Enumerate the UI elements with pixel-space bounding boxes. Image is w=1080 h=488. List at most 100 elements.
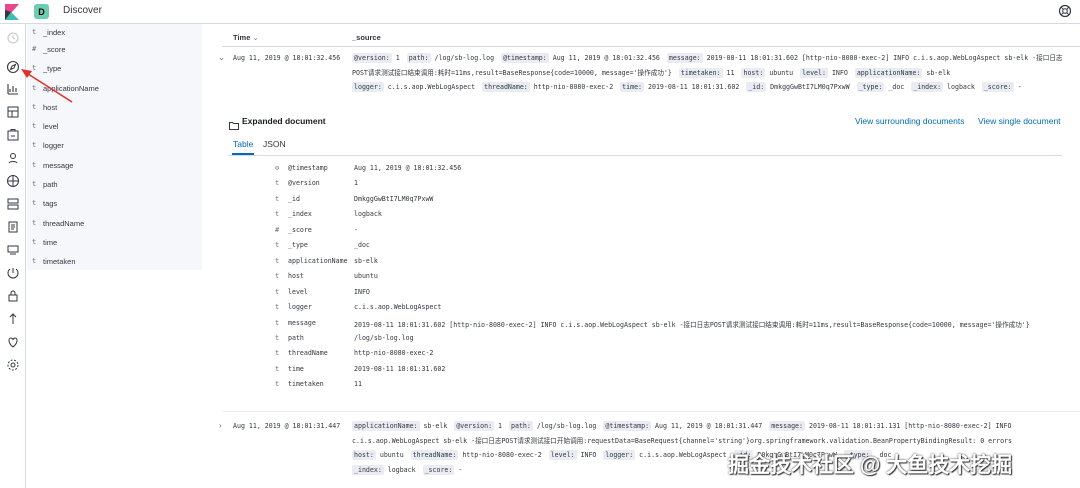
field-item[interactable]: t level (27, 118, 202, 136)
dev-tools-icon[interactable] (6, 312, 20, 326)
tab-table[interactable]: Table (233, 139, 253, 149)
source-key: _id: (746, 82, 767, 93)
recent-icon[interactable] (6, 31, 20, 45)
field-type-icon: t (32, 103, 37, 111)
row-time: Aug 11, 2019 @ 18:01:31.447 (233, 422, 341, 430)
source-value: sb-elk (926, 68, 951, 77)
apm-icon[interactable] (6, 266, 20, 280)
source-value: 2019-08-11 18:01:31.602 (648, 83, 740, 92)
field-item[interactable]: t _index (27, 24, 202, 42)
field-item[interactable]: t host (27, 99, 202, 117)
field-item[interactable]: # _score (27, 41, 202, 59)
field-type-icon: t (275, 365, 280, 373)
ml-icon[interactable] (6, 174, 20, 188)
doc-field-value: ubuntu (354, 272, 378, 280)
chevron-down-icon[interactable]: ⌄ (218, 53, 225, 62)
source-value: c.i.s.aop.WebLogAspect sb-elk -接口日志POST请… (352, 436, 1012, 445)
source-key: @version: (454, 421, 495, 431)
field-item[interactable]: t message (27, 157, 202, 175)
maps-icon[interactable] (6, 151, 20, 165)
doc-field-value: 2019-08-11 18:01:31.602 (354, 365, 446, 373)
field-type-icon: t (275, 334, 280, 342)
source-key: _type: (856, 82, 885, 93)
header-divider (222, 46, 1080, 47)
doc-field-row: t @version 1 (202, 176, 902, 191)
source-key: level: (548, 450, 577, 461)
logs-icon[interactable] (6, 220, 20, 234)
doc-field-row: t level INFO (202, 285, 902, 300)
source-key: path: (509, 421, 533, 431)
source-value: /log/sb-log.log (434, 54, 495, 62)
doc-field-row: ⊙ @timestamp Aug 11, 2019 @ 18:01:32.456 (202, 161, 902, 176)
field-item[interactable]: t time (27, 234, 202, 252)
source-key: @version: (352, 53, 392, 63)
source-value: c.i.s.aop.WebLogAspect (639, 451, 727, 460)
siem-icon[interactable] (6, 289, 20, 303)
field-item[interactable]: t threadName (27, 215, 202, 233)
kibana-logo-icon[interactable] (5, 4, 19, 20)
doc-field-value: INFO (354, 288, 370, 296)
source-value: logback (387, 465, 416, 474)
tab-json[interactable]: JSON (263, 139, 286, 149)
field-type-icon: t (32, 199, 37, 207)
doc-field-key: @version (288, 179, 320, 187)
uptime-icon[interactable] (6, 243, 20, 257)
doc-field-key: _index (288, 210, 312, 218)
source-key: threadName: (482, 82, 530, 93)
field-type-icon: t (32, 122, 37, 130)
source-value: INFO (831, 68, 848, 77)
source-key: _index: (352, 464, 384, 475)
source-value: 2019-08-11 18:01:31.602 [http-nio-8080-e… (706, 54, 1063, 62)
monitoring-icon[interactable] (6, 335, 20, 349)
field-item[interactable]: t _type (27, 60, 202, 78)
doc-field-value: 1 (354, 179, 358, 187)
field-name: time (43, 238, 58, 247)
doc-field-key: applicationName (288, 257, 348, 265)
canvas-icon[interactable] (6, 128, 20, 142)
field-item[interactable]: t logger (27, 137, 202, 155)
field-item[interactable]: t tags (27, 195, 202, 213)
discover-icon[interactable] (6, 60, 20, 74)
sort-icon[interactable]: ⌄ (252, 33, 258, 42)
field-type-icon: t (32, 28, 37, 36)
infrastructure-icon[interactable] (6, 197, 20, 211)
source-value: http-nio-8080-exec-2 (462, 451, 542, 460)
source-value: ubuntu (379, 451, 404, 460)
doc-field-value: Aug 11, 2019 @ 18:01:32.456 (354, 164, 462, 172)
field-type-icon: t (275, 288, 280, 296)
visualize-icon[interactable] (6, 82, 20, 96)
chevron-right-icon[interactable]: › (219, 421, 222, 430)
folder-open-icon (229, 117, 239, 135)
view-single-link[interactable]: View single document (978, 116, 1061, 126)
view-surrounding-link[interactable]: View surrounding documents (855, 116, 964, 126)
field-list-sidebar: t _index # _score t _type t applicationN… (27, 24, 202, 270)
source-value: 11 (726, 68, 735, 77)
doc-field-value: 11 (354, 380, 362, 388)
management-icon[interactable] (6, 358, 20, 372)
field-item[interactable]: t timetaken (27, 253, 202, 271)
doc-field-key: time (288, 365, 304, 373)
field-type-icon: t (32, 219, 37, 227)
help-icon[interactable] (1058, 4, 1072, 18)
field-item[interactable]: t applicationName (27, 80, 202, 98)
doc-field-value: logback (354, 210, 382, 218)
field-type-icon: t (275, 210, 280, 218)
field-name: _type (43, 64, 62, 73)
source-key: logger: (603, 450, 636, 461)
source-value: - (458, 465, 463, 474)
space-avatar[interactable]: D (34, 4, 49, 19)
column-header-time[interactable]: Time ⌄ (233, 33, 259, 42)
source-value: DmkggGwBtI7LM0q7PxwW (770, 83, 850, 92)
doc-field-row: t timetaken 11 (202, 377, 902, 392)
doc-field-row: t threadName http-nio-8080-exec-2 (202, 346, 902, 361)
field-type-icon: t (275, 195, 280, 203)
doc-field-row: t _type _doc (202, 238, 902, 253)
row-source: @version: 1 path: /log/sb-log.log @times… (352, 51, 1067, 95)
source-value: INFO (580, 451, 597, 460)
source-key: host: (352, 450, 376, 461)
column-header-source: _source (352, 33, 381, 42)
doc-field-key: timetaken (288, 380, 324, 388)
dashboard-icon[interactable] (6, 105, 20, 119)
field-item[interactable]: t path (27, 176, 202, 194)
field-name: level (43, 122, 59, 131)
